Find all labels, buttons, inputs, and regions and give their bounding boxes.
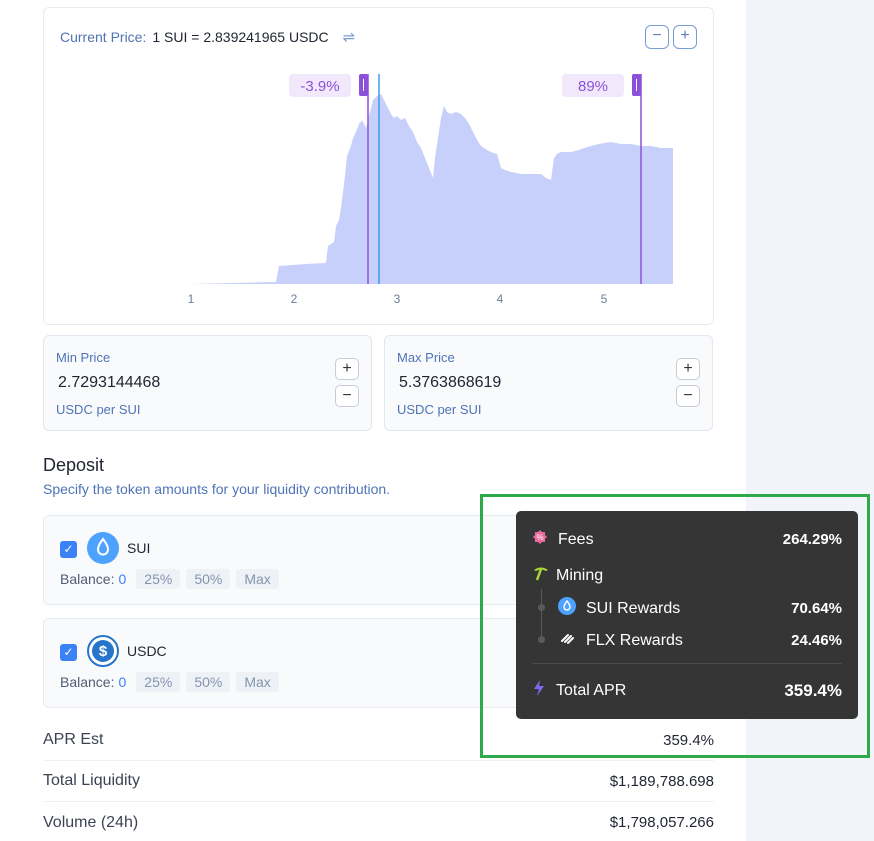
usdc-max-button[interactable]: Max (236, 672, 279, 692)
usdc-50pct-button[interactable]: 50% (186, 672, 231, 692)
max-range-pct-label: 89% (578, 78, 608, 95)
min-price-input[interactable]: 2.7293144468 (58, 374, 160, 392)
x-tick: 4 (497, 292, 504, 306)
min-range-pct-label: -3.9% (300, 78, 339, 95)
liquidity-area (191, 94, 673, 284)
volume-24h-value: $1,798,057.266 (609, 814, 714, 831)
usdc-balance-row: Balance: 0 25% 50% Max (60, 672, 285, 692)
volume-24h-label: Volume (24h) (43, 813, 139, 831)
min-price-card: Min Price 2.7293144468 USDC per SUI + − (43, 335, 372, 431)
usdc-token-name: USDC (127, 643, 167, 659)
sui-max-button[interactable]: Max (236, 569, 279, 589)
x-tick: 3 (394, 292, 401, 306)
highlight-box (480, 494, 870, 758)
max-price-decrease-button[interactable]: − (676, 385, 700, 407)
max-price-card: Max Price 5.3763868619 USDC per SUI + − (384, 335, 713, 431)
max-price-input[interactable]: 5.3763868619 (399, 374, 501, 392)
sui-token-icon (87, 532, 119, 564)
min-price-decrease-button[interactable]: − (335, 385, 359, 407)
max-price-label: Max Price (397, 350, 455, 365)
deposit-title: Deposit (43, 455, 105, 475)
min-price-unit: USDC per SUI (56, 402, 141, 417)
sui-25pct-button[interactable]: 25% (136, 569, 181, 589)
sui-balance-value[interactable]: 0 (118, 571, 126, 587)
min-price-increase-button[interactable]: + (335, 358, 359, 380)
sui-checkbox[interactable]: ✓ (60, 541, 77, 558)
total-liquidity-label: Total Liquidity (43, 772, 140, 789)
svg-text:$: $ (99, 643, 108, 660)
x-tick: 2 (291, 292, 298, 306)
total-liquidity-value: $1,189,788.698 (609, 772, 714, 790)
sui-token-name: SUI (127, 540, 151, 556)
deposit-subtitle: Specify the token amounts for your liqui… (43, 481, 391, 497)
sui-50pct-button[interactable]: 50% (186, 569, 231, 589)
x-tick: 1 (188, 292, 195, 306)
usdc-25pct-button[interactable]: 25% (136, 672, 181, 692)
sui-balance-row: Balance: 0 25% 50% Max (60, 569, 285, 589)
usdc-checkbox[interactable]: ✓ (60, 644, 77, 661)
max-price-increase-button[interactable]: + (676, 358, 700, 380)
min-price-label: Min Price (56, 350, 111, 365)
max-price-unit: USDC per SUI (397, 402, 482, 417)
total-liquidity-row: Total Liquidity $1,189,788.698 (43, 761, 714, 802)
liquidity-distribution-chart[interactable]: -3.9% 89% 1 2 3 4 5 (44, 8, 715, 326)
usdc-token-icon: $ (87, 635, 119, 667)
x-axis-ticks: 1 2 3 4 5 (188, 292, 608, 306)
balance-label: Balance: (60, 674, 115, 690)
usdc-balance-value[interactable]: 0 (118, 674, 126, 690)
apr-est-label: APR Est (43, 731, 104, 748)
x-tick: 5 (601, 292, 608, 306)
liquidity-chart-card: Current Price: 1 SUI = 2.839241965 USDC … (43, 7, 714, 325)
balance-label: Balance: (60, 571, 115, 587)
volume-24h-row: Volume (24h) $1,798,057.266 (43, 802, 714, 841)
